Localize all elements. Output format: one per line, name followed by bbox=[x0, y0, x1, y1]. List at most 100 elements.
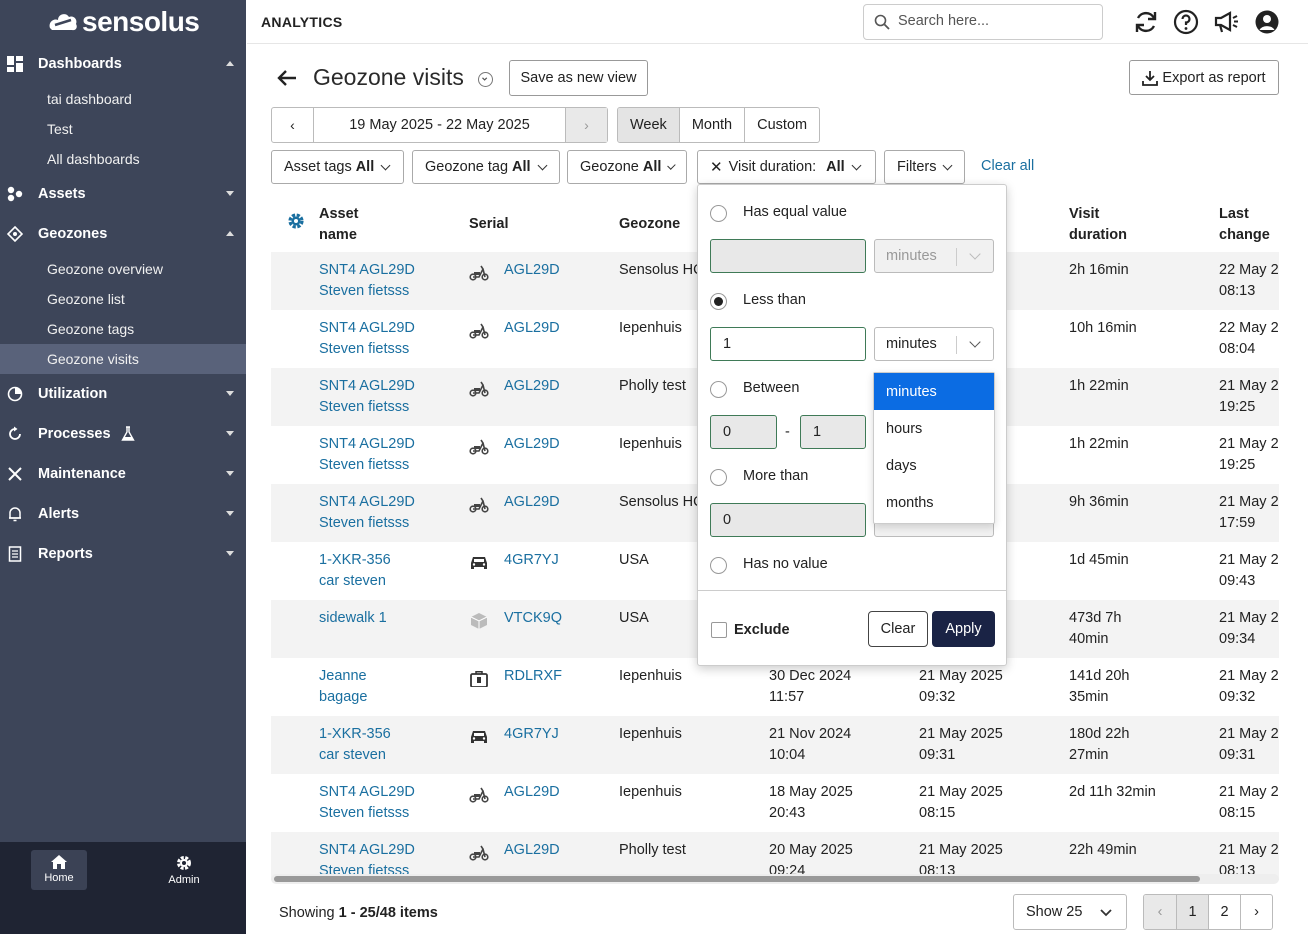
search-box[interactable] bbox=[863, 4, 1103, 40]
between-to-input[interactable]: 1 bbox=[800, 415, 866, 449]
serial-link[interactable]: AGL29D bbox=[504, 840, 560, 861]
apply-button[interactable]: Apply bbox=[932, 611, 995, 647]
nav-maintenance[interactable]: Maintenance bbox=[0, 454, 246, 494]
sidebar-item-all-dashboards[interactable]: All dashboards bbox=[0, 144, 246, 174]
asset-name-link[interactable]: 1-XKR-356 car steven bbox=[319, 724, 391, 766]
nav-geozones[interactable]: Geozones bbox=[0, 214, 246, 254]
sidebar-item-geozone-visits[interactable]: Geozone visits bbox=[0, 344, 246, 374]
search-input[interactable] bbox=[898, 13, 1088, 29]
title-dropdown-chevron-icon[interactable] bbox=[478, 72, 493, 87]
serial-link[interactable]: AGL29D bbox=[504, 318, 560, 339]
asset-name-link[interactable]: SNT4 AGL29D Steven fietsss bbox=[319, 260, 415, 302]
page-size-select[interactable]: Show 25 bbox=[1013, 894, 1127, 930]
nav-reports[interactable]: Reports bbox=[0, 534, 246, 574]
serial-link[interactable]: AGL29D bbox=[504, 260, 560, 281]
user-icon[interactable] bbox=[1254, 9, 1280, 35]
unit-option-hours[interactable]: hours bbox=[874, 410, 994, 447]
sidebar-item-tai-dashboard[interactable]: tai dashboard bbox=[0, 84, 246, 114]
exclude-checkbox[interactable] bbox=[711, 622, 727, 638]
asset-name-link[interactable]: SNT4 AGL29D Steven fietsss bbox=[319, 782, 415, 824]
serial-link[interactable]: 4GR7YJ bbox=[504, 724, 559, 745]
back-arrow-icon[interactable] bbox=[277, 69, 297, 87]
refresh-icon[interactable] bbox=[1133, 9, 1159, 35]
luggage-icon bbox=[469, 671, 489, 688]
table-row[interactable]: 1-XKR-356 car steven 4GR7YJ Iepenhuis 21 Nov… bbox=[271, 716, 1279, 774]
previous-period-button[interactable]: ‹ bbox=[272, 108, 314, 142]
date-range[interactable]: 19 May 2025 - 22 May 2025 bbox=[314, 117, 565, 133]
column-header-last-change[interactable]: Last change bbox=[1219, 204, 1270, 246]
serial-link[interactable]: 4GR7YJ bbox=[504, 550, 559, 571]
equal-unit-select[interactable]: minutes bbox=[874, 239, 994, 273]
radio-between[interactable] bbox=[710, 381, 727, 398]
sidebar-item-geozone-overview[interactable]: Geozone overview bbox=[0, 254, 246, 284]
sidebar-item-geozone-list[interactable]: Geozone list bbox=[0, 284, 246, 314]
pagination-next-button[interactable]: › bbox=[1240, 895, 1272, 929]
table-row[interactable]: SNT4 AGL29D Steven fietsss AGL29D Iepenhuis… bbox=[271, 774, 1279, 832]
next-period-button[interactable]: › bbox=[565, 108, 607, 142]
asset-name-link[interactable]: SNT4 AGL29D Steven fietsss bbox=[319, 376, 415, 418]
asset-name-link[interactable]: Jeanne bagage bbox=[319, 666, 367, 708]
column-header-asset-name[interactable]: Asset name bbox=[319, 204, 359, 246]
clear-button[interactable]: Clear bbox=[868, 611, 928, 647]
radio-has-no-value[interactable] bbox=[710, 557, 727, 574]
asset-name-link[interactable]: SNT4 AGL29D Steven fietsss bbox=[319, 434, 415, 476]
export-report-button[interactable]: Export as report bbox=[1129, 60, 1279, 95]
save-as-new-view-button[interactable]: Save as new view bbox=[509, 60, 648, 96]
geozone-tag-filter[interactable]: Geozone tag All bbox=[412, 150, 560, 184]
sidebar-item-geozone-tags[interactable]: Geozone tags bbox=[0, 314, 246, 344]
nav-dashboards[interactable]: Dashboards bbox=[0, 44, 246, 84]
announcement-icon[interactable] bbox=[1213, 9, 1239, 35]
asset-tags-filter[interactable]: Asset tags All bbox=[271, 150, 404, 184]
visit-duration-filter[interactable]: ✕ Visit duration: All bbox=[697, 150, 876, 184]
sidebar-item-test[interactable]: Test bbox=[0, 114, 246, 144]
column-header-geozone[interactable]: Geozone bbox=[619, 214, 680, 235]
period-month[interactable]: Month bbox=[678, 108, 744, 142]
serial-link[interactable]: VTCK9Q bbox=[504, 608, 562, 629]
serial-link[interactable]: AGL29D bbox=[504, 492, 560, 513]
table-row[interactable]: SNT4 AGL29D Steven fietsss AGL29D Pholly te… bbox=[271, 832, 1279, 880]
unit-option-minutes[interactable]: minutes bbox=[874, 373, 994, 410]
asset-name-link[interactable]: 1-XKR-356 car steven bbox=[319, 550, 391, 592]
pagination-page-1[interactable]: 1 bbox=[1176, 895, 1208, 929]
less-than-unit-select[interactable]: minutes bbox=[874, 327, 994, 361]
pagination-prev-button[interactable]: ‹ bbox=[1144, 895, 1176, 929]
close-icon[interactable]: ✕ bbox=[710, 158, 723, 176]
equal-value-input[interactable] bbox=[710, 239, 866, 273]
more-filters-button[interactable]: Filters bbox=[884, 150, 965, 184]
home-button[interactable]: Home bbox=[31, 850, 87, 890]
scrollbar-thumb[interactable] bbox=[274, 876, 1200, 882]
nav-assets[interactable]: Assets bbox=[0, 174, 246, 214]
admin-button[interactable]: Admin bbox=[156, 850, 212, 890]
help-icon[interactable] bbox=[1173, 9, 1199, 35]
nav-processes[interactable]: Processes bbox=[0, 414, 246, 454]
radio-less-than[interactable] bbox=[710, 293, 727, 310]
gear-icon[interactable] bbox=[287, 212, 305, 230]
less-than-input[interactable]: 1 bbox=[710, 327, 866, 361]
geozone-filter[interactable]: Geozone All bbox=[567, 150, 687, 184]
period-week[interactable]: Week bbox=[618, 108, 679, 142]
nav-alerts[interactable]: Alerts bbox=[0, 494, 246, 534]
serial-link[interactable]: RDLRXF bbox=[504, 666, 562, 687]
radio-has-equal-value[interactable] bbox=[710, 205, 727, 222]
between-from-input[interactable]: 0 bbox=[710, 415, 777, 449]
unit-option-days[interactable]: days bbox=[874, 447, 994, 484]
column-header-serial[interactable]: Serial bbox=[469, 214, 509, 235]
table-row[interactable]: Jeanne bagage RDLRXF Iepenhuis 30 Dec 2024 11… bbox=[271, 658, 1279, 716]
period-custom[interactable]: Custom bbox=[744, 108, 819, 142]
logo[interactable]: sensolus bbox=[0, 0, 246, 44]
horizontal-scrollbar[interactable] bbox=[271, 874, 1279, 884]
asset-name-link[interactable]: sidewalk 1 bbox=[319, 608, 387, 629]
asset-name-link[interactable]: SNT4 AGL29D Steven fietsss bbox=[319, 492, 415, 534]
unit-option-months[interactable]: months bbox=[874, 484, 994, 521]
radio-more-than[interactable] bbox=[710, 469, 727, 486]
serial-link[interactable]: AGL29D bbox=[504, 434, 560, 455]
serial-link[interactable]: AGL29D bbox=[504, 376, 560, 397]
column-header-visit-duration[interactable]: Visit duration bbox=[1069, 204, 1127, 246]
clear-all-link[interactable]: Clear all bbox=[981, 158, 1034, 174]
asset-name-link[interactable]: SNT4 AGL29D Steven fietsss bbox=[319, 318, 415, 360]
home-icon bbox=[51, 855, 67, 869]
nav-utilization[interactable]: Utilization bbox=[0, 374, 246, 414]
more-than-input[interactable]: 0 bbox=[710, 503, 866, 537]
pagination-page-2[interactable]: 2 bbox=[1208, 895, 1240, 929]
serial-link[interactable]: AGL29D bbox=[504, 782, 560, 803]
